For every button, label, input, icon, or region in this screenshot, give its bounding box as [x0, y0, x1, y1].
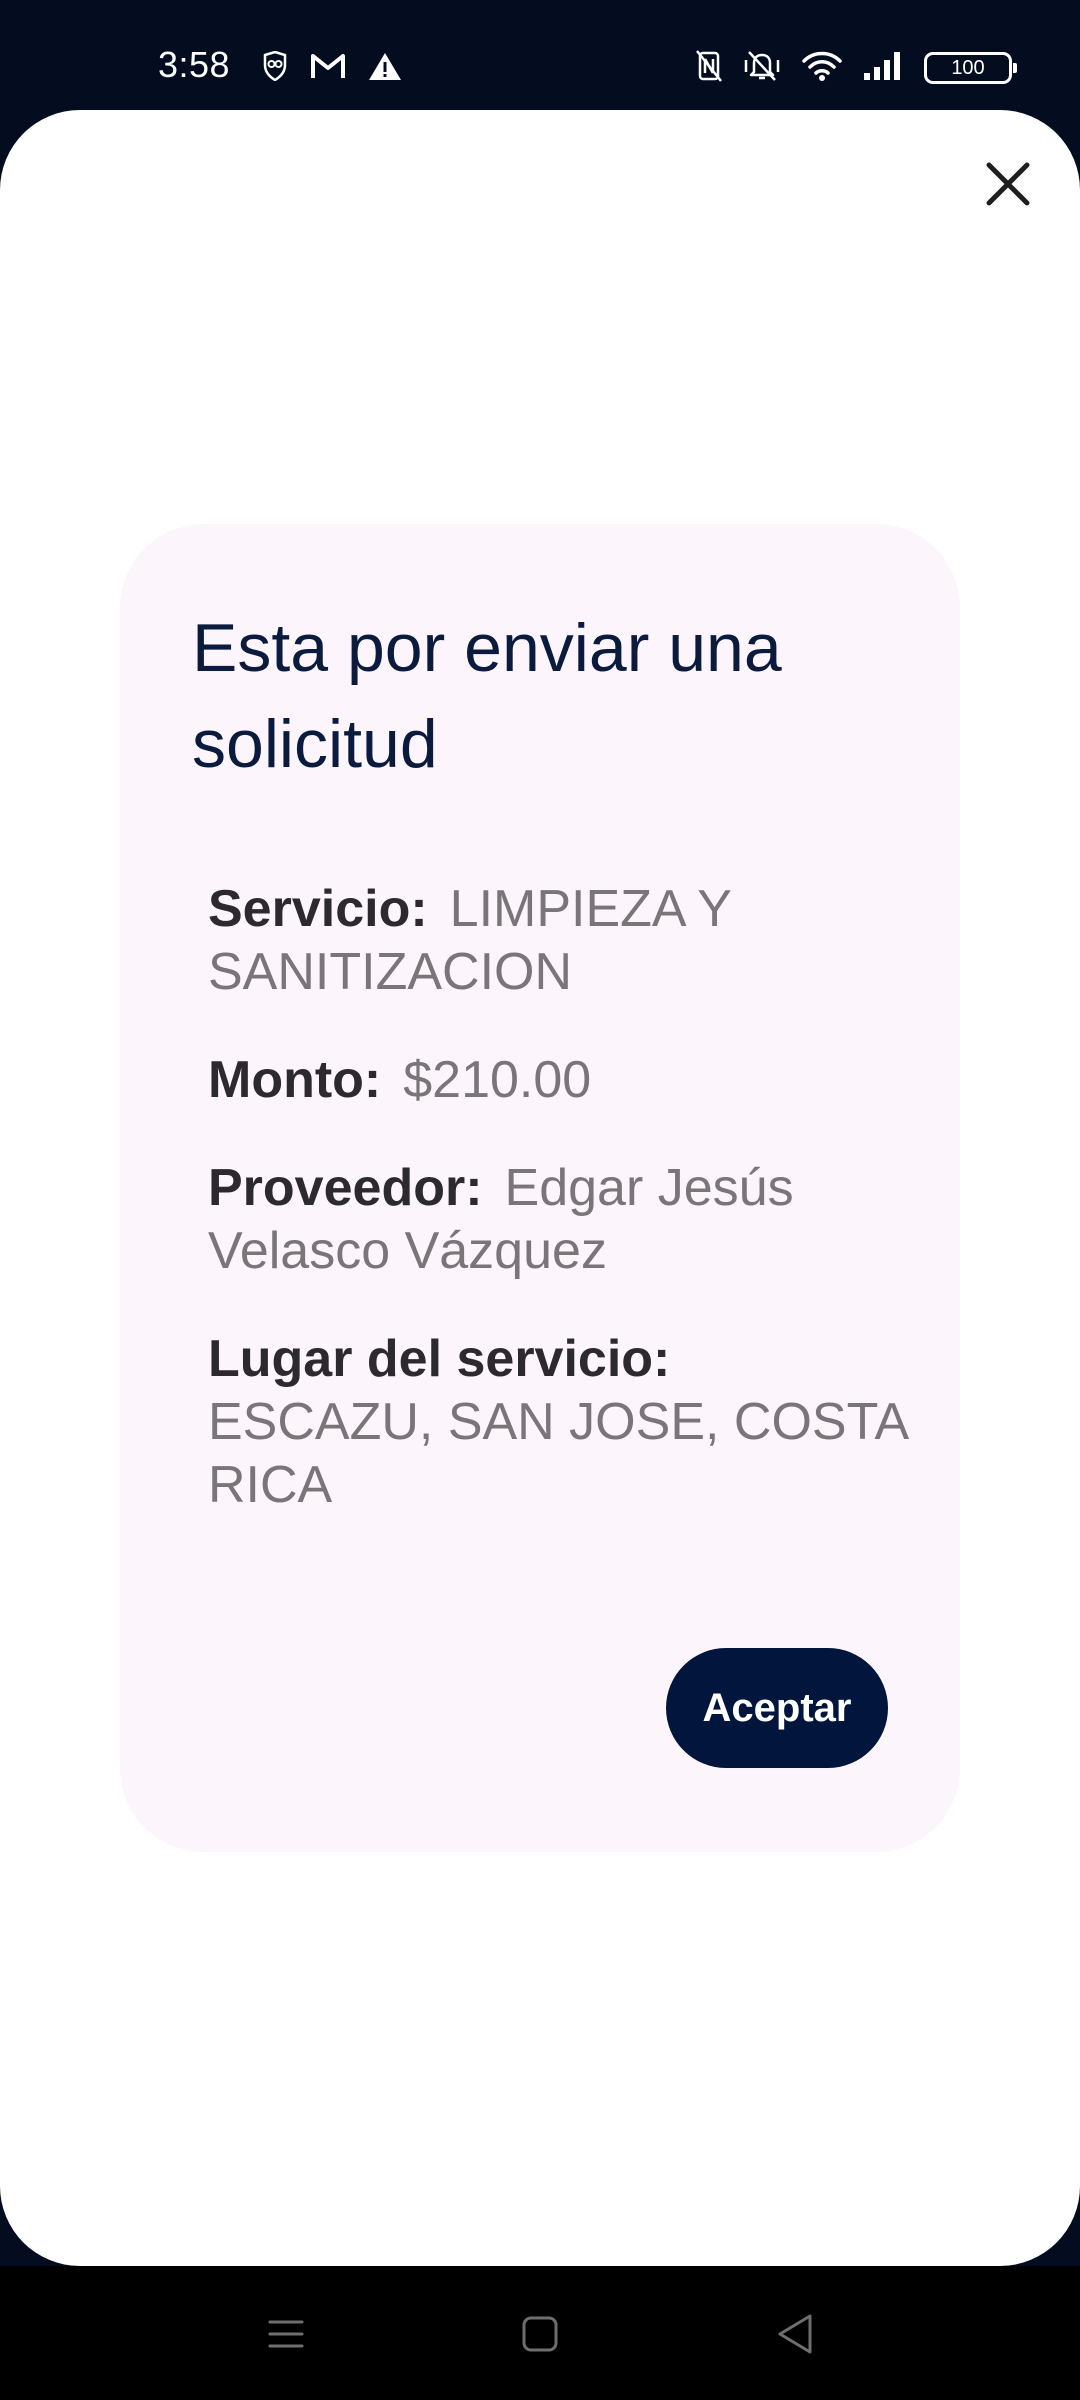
detail-service: Servicio: LIMPIEZA Y SANITIZACION: [208, 878, 908, 1004]
menu-icon: [268, 2320, 304, 2348]
privacy-icon: [262, 50, 288, 86]
detail-value: ESCAZU, SAN JOSE, COSTA RICA: [208, 1393, 907, 1514]
signal-icon: [862, 50, 904, 87]
status-time: 3:58: [158, 44, 231, 85]
battery-icon: 100: [924, 52, 1017, 84]
vibrate-off-icon: [742, 50, 782, 87]
detail-value: $210.00: [403, 1051, 592, 1109]
back-icon: [778, 2314, 812, 2354]
detail-label: Lugar del servicio:: [208, 1330, 671, 1388]
detail-label: Servicio:: [208, 880, 428, 938]
close-button[interactable]: [972, 148, 1044, 220]
detail-amount: Monto: $210.00: [208, 1049, 908, 1112]
accept-button[interactable]: Aceptar: [666, 1648, 888, 1768]
gmail-icon: [310, 52, 346, 85]
home-icon: [522, 2316, 558, 2352]
detail-label: Monto:: [208, 1051, 382, 1109]
confirmation-dialog: Esta por enviar una solicitud Servicio: L…: [120, 524, 960, 1852]
status-left-icons: [262, 48, 402, 88]
wifi-icon: [802, 50, 842, 87]
dialog-title: Esta por enviar una solicitud: [192, 610, 782, 782]
status-right-icons: 100: [696, 48, 1017, 88]
home-button[interactable]: [516, 2310, 564, 2358]
nfc-off-icon: [696, 49, 722, 87]
status-bar: 3:58 100: [0, 0, 1080, 110]
battery-level: 100: [951, 56, 985, 79]
alert-icon: [368, 51, 402, 86]
detail-label: Proveedor:: [208, 1159, 483, 1217]
close-icon: [986, 162, 1030, 206]
navigation-bar: [0, 2266, 1080, 2400]
detail-provider: Proveedor: Edgar Jesús Velasco Vázquez: [208, 1157, 908, 1283]
request-details: Servicio: LIMPIEZA Y SANITIZACION Monto: $…: [208, 878, 908, 1562]
detail-location: Lugar del servicio: ESCAZU, SAN JOSE, CO…: [208, 1328, 908, 1517]
menu-button[interactable]: [262, 2310, 310, 2358]
back-button[interactable]: [772, 2310, 820, 2358]
